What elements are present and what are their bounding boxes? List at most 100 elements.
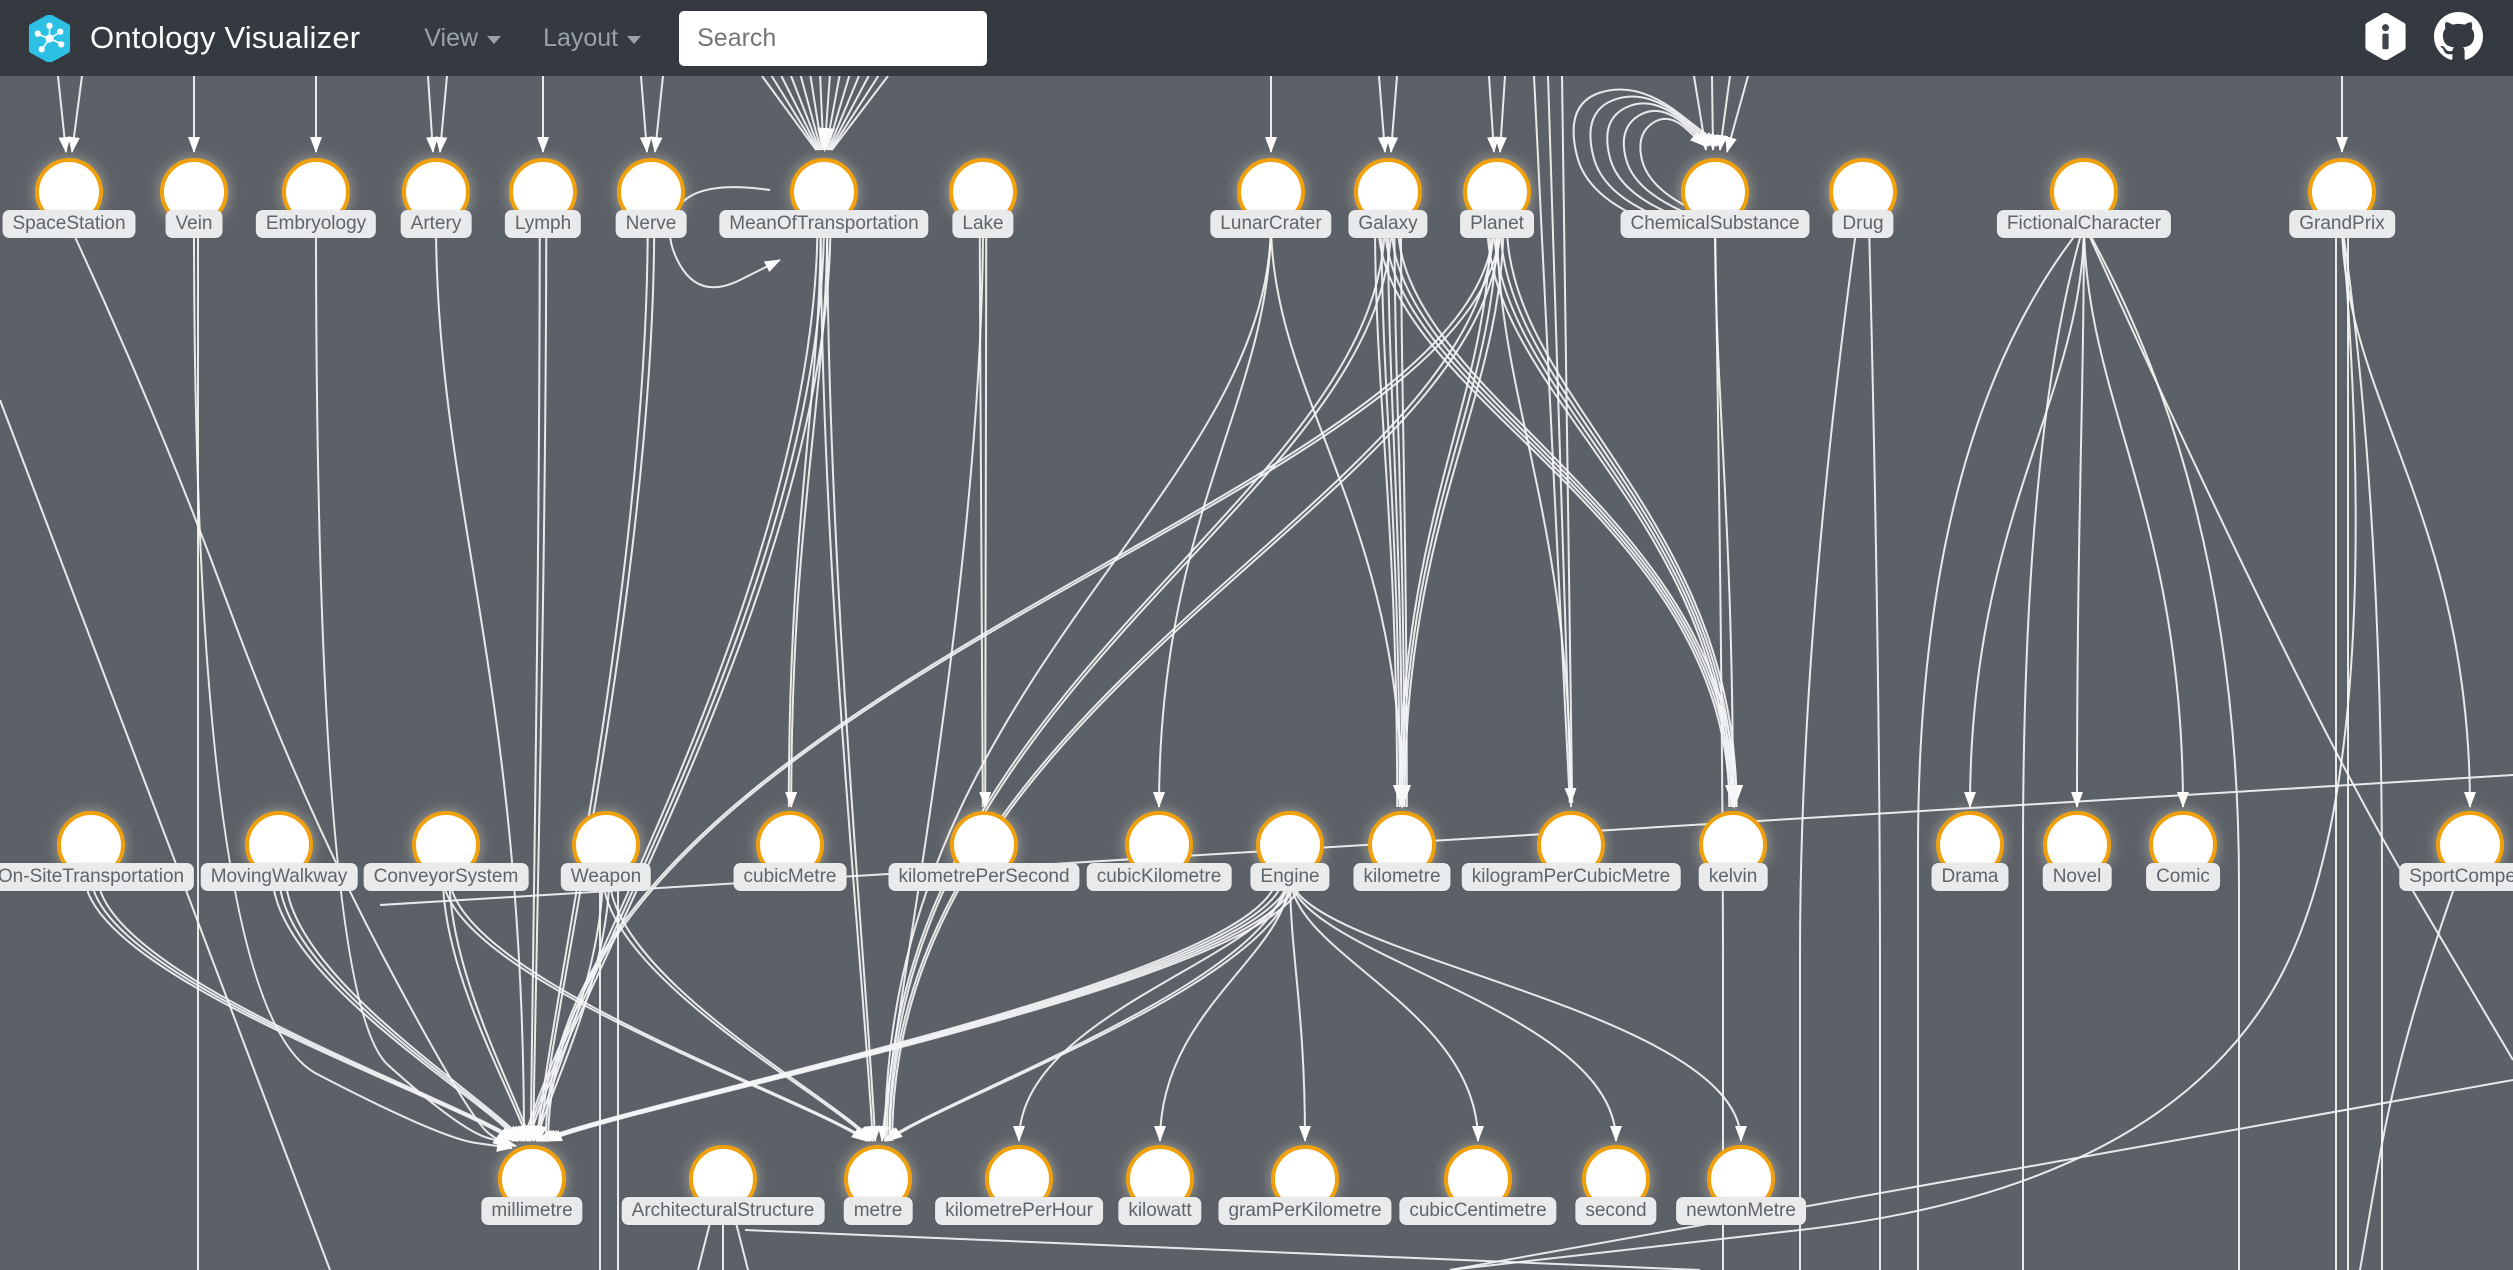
graph-node-label-kw[interactable]: kilowatt — [1118, 1197, 1202, 1225]
graph-edge — [1383, 221, 1733, 808]
graph-edge — [534, 221, 656, 1142]
graph-edge — [1499, 221, 1736, 808]
graph-node-label-mm[interactable]: millimetre — [481, 1197, 583, 1225]
graph-node-label-cs[interactable]: ConveyorSystem — [363, 863, 529, 891]
graph-edge — [608, 874, 874, 1142]
graph-edge — [521, 221, 819, 1142]
graph-edge — [271, 874, 520, 1142]
graph-edge — [441, 874, 868, 1142]
graph-node-label-lc[interactable]: LunarCrater — [1210, 210, 1332, 238]
graph-edge — [426, 75, 439, 153]
graph-edge — [315, 223, 517, 1148]
graph-node-label-ost[interactable]: On-SiteTransportation — [0, 863, 195, 891]
graph-node-label-kgm[interactable]: kilogramPerCubicMetre — [1461, 863, 1681, 891]
graph-node-label-ss[interactable]: SpaceStation — [2, 210, 136, 238]
graph-edge — [2359, 876, 2459, 1270]
graph-edge — [545, 874, 1304, 1142]
graph-edge — [1289, 874, 1311, 1142]
graph-edge — [1494, 75, 1507, 153]
graph-edge — [1377, 75, 1390, 153]
navbar-right — [2362, 12, 2483, 64]
graph-canvas[interactable]: SpaceStation Vein Embryology Artery Lymph Ner… — [0, 0, 2513, 1270]
chevron-down-icon — [627, 36, 642, 44]
nodes-layer — [35, 158, 2504, 1213]
graph-edge — [761, 75, 818, 151]
graph-node-label-gal[interactable]: Galaxy — [1348, 210, 1428, 238]
graph-edge — [826, 221, 881, 1142]
graph-edge — [885, 221, 1386, 1142]
graph-edge — [1289, 874, 1747, 1142]
graph-edge — [68, 223, 509, 1148]
graph-edge — [1868, 223, 1881, 1270]
graph-node-label-nm[interactable]: newtonMetre — [1676, 1197, 1806, 1225]
graph-node-label-gp[interactable]: GrandPrix — [2289, 210, 2395, 238]
menu-layout[interactable]: Layout — [543, 23, 642, 53]
search-input[interactable] — [679, 10, 988, 66]
graph-node-label-gpk[interactable]: gramPerKilometre — [1218, 1197, 1392, 1225]
graph-node-label-km[interactable]: kilometre — [1353, 863, 1451, 891]
graph-edge — [1449, 223, 2357, 1270]
graph-node-label-ner[interactable]: Nerve — [615, 210, 687, 238]
graph-edge — [2083, 221, 2189, 808]
menu-layout-label: Layout — [543, 23, 619, 52]
github-icon — [2434, 12, 2483, 60]
graph-node-label-drug[interactable]: Drug — [1832, 210, 1894, 238]
app-logo-icon — [28, 14, 71, 62]
graph-edge — [828, 75, 870, 151]
graph-edge — [1487, 75, 1500, 153]
chevron-down-icon — [487, 36, 502, 44]
graph-node-label-eng[interactable]: Engine — [1250, 863, 1330, 891]
navbar: Ontology Visualizer View Layout — [0, 0, 2513, 76]
graph-node-label-nov[interactable]: Novel — [2042, 863, 2112, 891]
graph-node-label-kph[interactable]: kilometrePerHour — [935, 1197, 1103, 1225]
info-icon — [2365, 12, 2406, 61]
graph-node-label-mot[interactable]: MeanOfTransportation — [719, 210, 929, 238]
edges-layer — [0, 75, 2513, 1270]
graph-node-label-ckm[interactable]: cubicKilometre — [1086, 863, 1232, 891]
graph-node-label-lym[interactable]: Lymph — [504, 210, 582, 238]
graph-node-label-lake[interactable]: Lake — [952, 210, 1014, 238]
graph-node-label-cbm[interactable]: cubicMetre — [733, 863, 847, 891]
graph-edge — [886, 874, 1295, 1142]
github-button[interactable] — [2434, 12, 2483, 64]
graph-node-label-mw[interactable]: MovingWalkway — [200, 863, 358, 891]
graph-node-label-kel[interactable]: kelvin — [1698, 863, 1768, 891]
graph-edge — [57, 75, 71, 153]
graph-node-label-kps[interactable]: kilometrePerSecond — [888, 863, 1080, 891]
graph-edge — [1799, 223, 1858, 1270]
graph-node-label-wp[interactable]: Weapon — [560, 863, 652, 891]
graph-edge — [831, 75, 889, 151]
graph-node-label-com[interactable]: Comic — [2146, 863, 2220, 891]
graph-edge — [284, 874, 525, 1142]
graph-edge — [448, 874, 533, 1142]
graph-edge — [2341, 221, 2476, 808]
graph-edge — [2071, 221, 2085, 808]
graph-edge — [435, 75, 448, 153]
graph-node-label-dra[interactable]: Drama — [1931, 863, 2009, 891]
graph-node-label-art[interactable]: Artery — [400, 210, 472, 238]
graph-edge — [639, 75, 652, 153]
info-button[interactable] — [2362, 12, 2409, 63]
graph-node-label-vein[interactable]: Vein — [165, 210, 223, 238]
graph-edge — [1289, 874, 1484, 1142]
graph-edge — [1377, 221, 1731, 808]
graph-edge — [1386, 75, 1399, 153]
graph-node-label-cc[interactable]: cubicCentimetre — [1399, 1197, 1557, 1225]
graph-edge — [1725, 75, 1749, 153]
graph-node-label-met[interactable]: metre — [843, 1197, 913, 1225]
graph-node-label-pla[interactable]: Planet — [1460, 210, 1534, 238]
graph-node-label-fc[interactable]: FictionalCharacter — [1996, 210, 2172, 238]
graph-edge — [1374, 221, 1399, 808]
graph-edge — [524, 221, 825, 1142]
graph-node-label-emb[interactable]: Embryology — [255, 210, 377, 238]
graph-edge — [1496, 221, 1572, 808]
graph-edge — [1505, 221, 1738, 808]
graph-node-label-as[interactable]: ArchitecturalStructure — [621, 1197, 825, 1225]
graph-node-label-spc[interactable]: SportCompetit — [2399, 863, 2513, 891]
graph-edge — [979, 221, 992, 808]
graph-svg — [0, 75, 2513, 1270]
graph-node-label-chem[interactable]: ChemicalSubstance — [1620, 210, 1810, 238]
menu-view[interactable]: View — [424, 24, 502, 53]
graph-node-label-sec[interactable]: second — [1575, 1197, 1657, 1225]
graph-edge — [1492, 221, 1733, 808]
